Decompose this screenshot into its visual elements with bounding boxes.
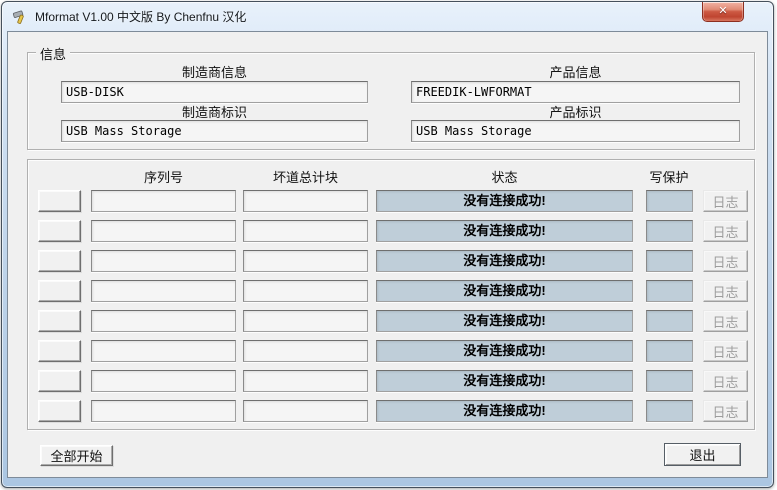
device-select-button[interactable] (38, 280, 81, 302)
status-cell: 没有连接成功! (376, 310, 633, 332)
manufacturer-id-label: 制造商标识 (61, 102, 368, 121)
status-cell: 没有连接成功! (376, 190, 633, 212)
window-title: Mformat V1.00 中文版 By Chenfnu 汉化 (35, 8, 246, 25)
write-protect-cell (646, 400, 693, 422)
status-column-header: 状态 (376, 167, 633, 186)
device-row: 没有连接成功! 日志 (28, 280, 754, 302)
status-cell: 没有连接成功! (376, 280, 633, 302)
start-all-button[interactable]: 全部开始 (40, 445, 113, 466)
bad-blocks-field[interactable] (243, 250, 368, 272)
bad-blocks-column-header: 坏道总计块 (243, 167, 368, 186)
write-protect-cell (646, 220, 693, 242)
write-protect-cell (646, 340, 693, 362)
serial-field[interactable] (91, 310, 236, 332)
device-select-button[interactable] (38, 250, 81, 272)
serial-field[interactable] (91, 250, 236, 272)
serial-field[interactable] (91, 340, 236, 362)
device-select-button[interactable] (38, 310, 81, 332)
log-button: 日志 (703, 250, 748, 272)
bad-blocks-field[interactable] (243, 280, 368, 302)
bad-blocks-field[interactable] (243, 370, 368, 392)
product-info-field[interactable] (411, 81, 740, 103)
write-protect-cell (646, 190, 693, 212)
bad-blocks-field[interactable] (243, 400, 368, 422)
device-select-button[interactable] (38, 340, 81, 362)
bad-blocks-field[interactable] (243, 190, 368, 212)
manufacturer-info-label: 制造商信息 (61, 62, 368, 81)
log-button: 日志 (703, 310, 748, 332)
log-button: 日志 (703, 190, 748, 212)
device-row: 没有连接成功! 日志 (28, 190, 754, 212)
device-row: 没有连接成功! 日志 (28, 340, 754, 362)
manufacturer-id-field[interactable] (61, 120, 368, 142)
device-select-button[interactable] (38, 220, 81, 242)
device-select-button[interactable] (38, 370, 81, 392)
serial-field[interactable] (91, 400, 236, 422)
bad-blocks-field[interactable] (243, 220, 368, 242)
write-protect-column-header: 写保护 (629, 167, 709, 186)
client-area: 信息 制造商信息 产品信息 制造商标识 产品标识 序列号 坏道总计块 状态 写保… (7, 31, 768, 478)
titlebar[interactable]: Mformat V1.00 中文版 By Chenfnu 汉化 ✕ (2, 2, 773, 31)
write-protect-cell (646, 370, 693, 392)
status-cell: 没有连接成功! (376, 340, 633, 362)
status-cell: 没有连接成功! (376, 370, 633, 392)
info-group-label: 信息 (36, 44, 70, 63)
log-button: 日志 (703, 340, 748, 362)
device-row: 没有连接成功! 日志 (28, 250, 754, 272)
status-cell: 没有连接成功! (376, 250, 633, 272)
serial-field[interactable] (91, 280, 236, 302)
manufacturer-info-field[interactable] (61, 81, 368, 103)
product-id-label: 产品标识 (411, 102, 740, 121)
status-cell: 没有连接成功! (376, 400, 633, 422)
write-protect-cell (646, 310, 693, 332)
status-cell: 没有连接成功! (376, 220, 633, 242)
device-select-button[interactable] (38, 190, 81, 212)
write-protect-cell (646, 280, 693, 302)
bad-blocks-field[interactable] (243, 340, 368, 362)
serial-field[interactable] (91, 190, 236, 212)
device-row: 没有连接成功! 日志 (28, 220, 754, 242)
exit-button[interactable]: 退出 (664, 443, 741, 466)
device-select-button[interactable] (38, 400, 81, 422)
info-group: 信息 制造商信息 产品信息 制造商标识 产品标识 (27, 52, 755, 150)
log-button: 日志 (703, 370, 748, 392)
serial-column-header: 序列号 (91, 167, 236, 186)
bad-blocks-field[interactable] (243, 310, 368, 332)
serial-field[interactable] (91, 370, 236, 392)
serial-field[interactable] (91, 220, 236, 242)
device-row: 没有连接成功! 日志 (28, 400, 754, 422)
app-icon (12, 9, 28, 25)
log-button: 日志 (703, 220, 748, 242)
log-button: 日志 (703, 400, 748, 422)
device-row: 没有连接成功! 日志 (28, 310, 754, 332)
device-rows: 没有连接成功! 日志 没有连接成功! 日志 没有连接成功! 日志 没有连接成功!… (28, 190, 754, 430)
device-row: 没有连接成功! 日志 (28, 370, 754, 392)
product-info-label: 产品信息 (411, 62, 740, 81)
write-protect-cell (646, 250, 693, 272)
device-grid-group: 序列号 坏道总计块 状态 写保护 没有连接成功! 日志 没有连接成功! 日志 没… (27, 159, 755, 430)
product-id-field[interactable] (411, 120, 740, 142)
close-icon: ✕ (718, 6, 727, 17)
close-button[interactable]: ✕ (702, 2, 744, 22)
app-window: Mformat V1.00 中文版 By Chenfnu 汉化 ✕ 信息 制造商… (1, 1, 774, 488)
log-button: 日志 (703, 280, 748, 302)
